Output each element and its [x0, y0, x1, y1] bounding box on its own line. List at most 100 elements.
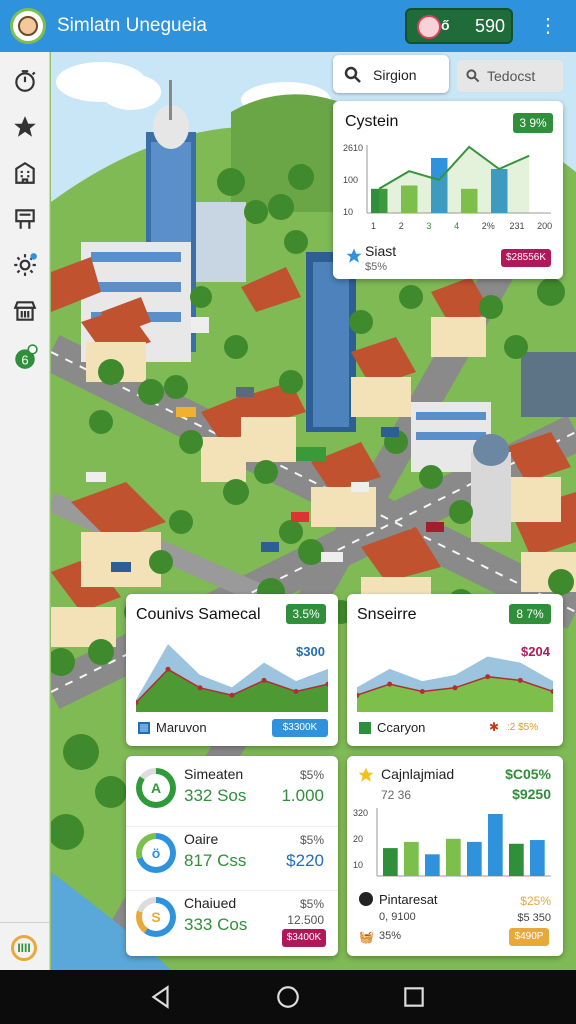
ranking-chart-right [357, 656, 553, 712]
player-avatar [417, 15, 441, 39]
stat-row[interactable]: ö Oaire 817 Css $5% $220 [126, 826, 338, 886]
recents-icon[interactable] [401, 984, 427, 1010]
currency-counter[interactable]: ő 590 [405, 8, 513, 44]
app-logo[interactable] [10, 8, 46, 44]
card-title: Cajnlajmiad [381, 766, 455, 782]
search-icon [465, 68, 481, 89]
market-icon[interactable] [8, 294, 42, 328]
level-badge[interactable]: IIII [11, 935, 37, 961]
y-tick-label: 10 [343, 207, 353, 217]
bar [530, 840, 545, 876]
y-tick-label: 2610 [343, 143, 363, 153]
coin-icon [359, 892, 373, 906]
stat-name: Oaire [184, 831, 219, 847]
more-menu-icon[interactable]: ⋮ [538, 14, 558, 38]
x-tick-label: 200 [537, 221, 552, 231]
growth-badge: 3 9% [513, 113, 553, 133]
progress-ring: S [136, 897, 176, 937]
ranking-chart-left [136, 644, 328, 712]
bar [467, 841, 482, 876]
bar [425, 854, 440, 876]
ranking-card-left[interactable]: Counivs Samecal 3.5% $300 Maruvon $3300K [126, 594, 338, 746]
stat-amount: 12.500 [287, 913, 324, 927]
x-tick-label: 2 [399, 221, 404, 231]
legend-swatch [359, 722, 371, 734]
data-point [197, 685, 203, 691]
progress-ring: ö [136, 833, 176, 873]
stat-pct: $5% [299, 833, 324, 847]
y-tick-label: 100 [343, 175, 358, 185]
ranking-card-right[interactable]: Snseirre 8 7% $204 Ccaryon ✱ :2 $5% [347, 594, 563, 746]
bar [446, 838, 461, 876]
search-input[interactable]: Tedocst [457, 60, 563, 92]
progress-ring: A [136, 768, 176, 808]
alert-badge-icon[interactable]: 6 [8, 340, 42, 374]
system-navigation-bar [0, 970, 576, 1024]
x-tick-label: 2% [482, 221, 495, 231]
search-icon [343, 65, 363, 90]
ring-glyph: S [142, 903, 170, 931]
data-point [419, 689, 425, 694]
currency-symbol: ő [441, 17, 450, 33]
flag-icon: ✱ [489, 720, 500, 734]
back-icon[interactable] [148, 984, 174, 1010]
value-secondary: $9250 [512, 786, 551, 802]
stat-row[interactable]: S Chaiued 333 Cos $5% 12.500 $3400K [126, 890, 338, 950]
stat-row[interactable]: A Simeaten 332 Sos $5% 1.000 [126, 762, 338, 822]
system-chart: 2610 100 10 1 2 3 4 2% 231 200 [343, 143, 552, 231]
x-tick-label: 3 [426, 221, 431, 231]
star-icon[interactable] [8, 110, 42, 144]
footer-label: Siast [365, 243, 397, 259]
x-tick-label: 4 [454, 221, 459, 231]
sidebar: 6 IIII [0, 52, 50, 970]
data-point [452, 685, 458, 691]
data-point [387, 681, 393, 687]
data-point [165, 666, 171, 672]
series-area [379, 147, 530, 213]
footer-pct: $25% [520, 894, 551, 908]
market-chart: 320 20 10 [353, 808, 551, 877]
search-placeholder: Tedocst [487, 68, 536, 84]
footer-sub: $5% [365, 261, 388, 273]
stat-pct: $5% [299, 768, 324, 782]
currency-value: 590 [475, 16, 506, 36]
data-point [261, 677, 267, 683]
value-primary: $C05% [505, 766, 551, 782]
stat-badge: $3400K [282, 929, 326, 947]
stat-amount: $220 [286, 851, 324, 870]
stat-count: 332 Sos [184, 786, 247, 805]
data-point [229, 692, 235, 698]
card-title: Snseirre [357, 606, 417, 623]
gear-icon[interactable] [8, 248, 42, 282]
avatar-face-icon [18, 16, 38, 36]
top-app-bar: Simlatn Unegueia ő 590 ⋮ [0, 0, 576, 52]
star-icon [357, 766, 375, 789]
ring-glyph: ö [142, 839, 170, 867]
footer-label: Maruvon [156, 720, 207, 735]
footer-badge: $28556K [501, 249, 551, 267]
population-stats-card[interactable]: A Simeaten 332 Sos $5% 1.000 ö Oaire 817… [126, 756, 338, 956]
stopwatch-icon[interactable] [8, 64, 42, 98]
x-tick-label: 1 [371, 221, 376, 231]
region-selector[interactable]: Sirgion [333, 55, 449, 93]
system-stats-card[interactable]: Cystein 3 9% 2610 100 10 1 2 3 4 2% 231 200 Siast… [333, 101, 563, 279]
market-card[interactable]: Cajnlajmiad 72 36 $C05% $9250 320 20 10 Pi… [347, 756, 563, 956]
sign-icon[interactable] [8, 202, 42, 236]
stat-count: 333 Cos [184, 915, 248, 934]
ring-glyph: A [142, 774, 170, 802]
bar [509, 843, 524, 876]
data-point [517, 677, 523, 683]
y-tick-label: 320 [353, 808, 368, 818]
stat-count: 817 Css [184, 851, 247, 870]
y-tick-label: 10 [353, 860, 363, 870]
card-sub: 72 36 [381, 788, 412, 802]
basket-icon: 🧺 [359, 930, 374, 944]
footer-label: Ccaryon [377, 720, 426, 735]
star-icon [345, 247, 363, 265]
footer-label: Pintaresat [379, 892, 438, 907]
y-tick-label: 20 [353, 834, 363, 844]
svg-text:6: 6 [21, 353, 28, 368]
data-point [485, 674, 491, 680]
home-icon[interactable] [275, 984, 301, 1010]
building-icon[interactable] [8, 156, 42, 190]
